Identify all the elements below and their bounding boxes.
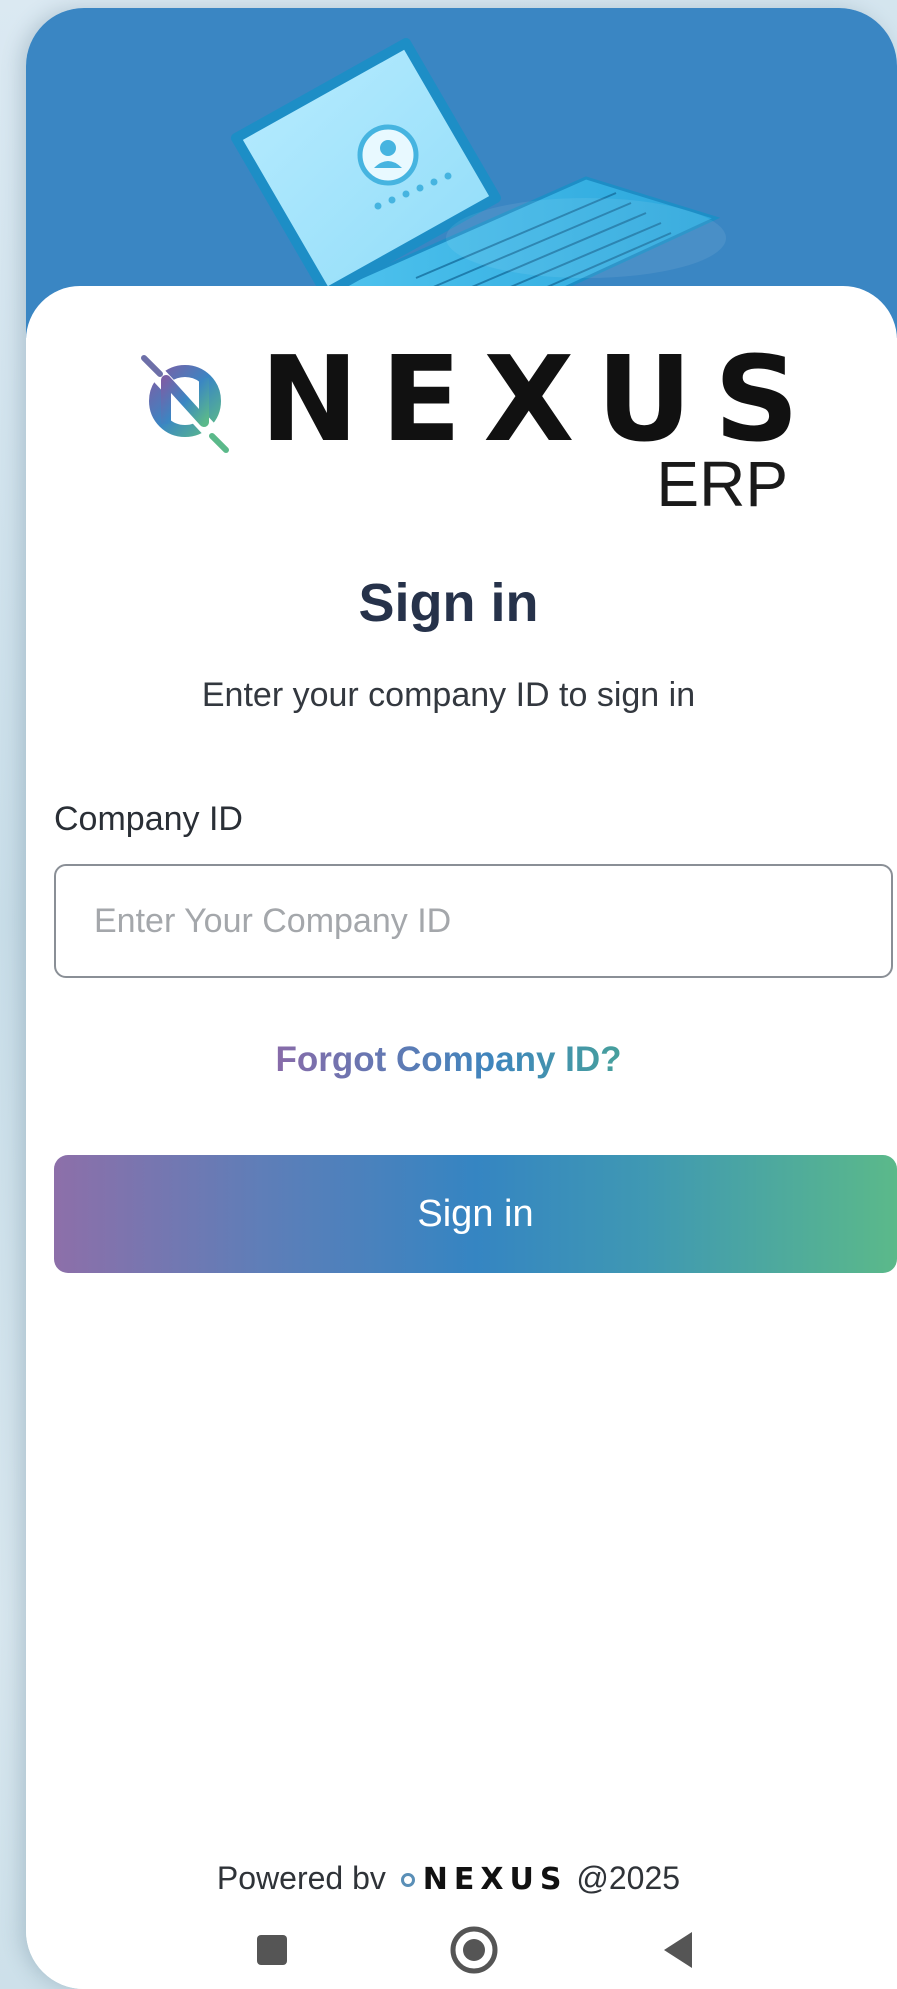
footer-year: @2025 (576, 1860, 681, 1896)
recents-square-icon[interactable] (242, 1920, 302, 1980)
powered-by-text: Powered bv (216, 1860, 386, 1896)
login-sheet (26, 286, 897, 1989)
nexus-n-logo-icon (141, 355, 229, 453)
sign-in-button[interactable]: Sign in (54, 1155, 897, 1273)
powered-by-footer: Powered bv NEXUS @2025 (0, 1860, 897, 1897)
page-title: Sign in (358, 573, 539, 633)
back-triangle-icon[interactable] (648, 1920, 708, 1980)
company-id-label: Company ID (54, 800, 243, 838)
forgot-company-id-link[interactable]: Forgot Company ID? (0, 1040, 897, 1080)
home-circle-icon[interactable] (444, 1920, 504, 1980)
nexus-erp-logo: NEXUS ERP (130, 340, 810, 530)
logo-wordmark: NEXUS (260, 330, 822, 468)
phone-screen (26, 8, 897, 1989)
logo-subtitle: ERP (656, 448, 788, 520)
system-navigation-bar (0, 1920, 897, 1980)
nexus-mini-logo-icon (400, 1872, 415, 1887)
page-subtitle: Enter your company ID to sign in (201, 676, 696, 714)
company-id-input[interactable] (54, 864, 893, 978)
footer-brand: NEXUS (422, 1862, 568, 1897)
